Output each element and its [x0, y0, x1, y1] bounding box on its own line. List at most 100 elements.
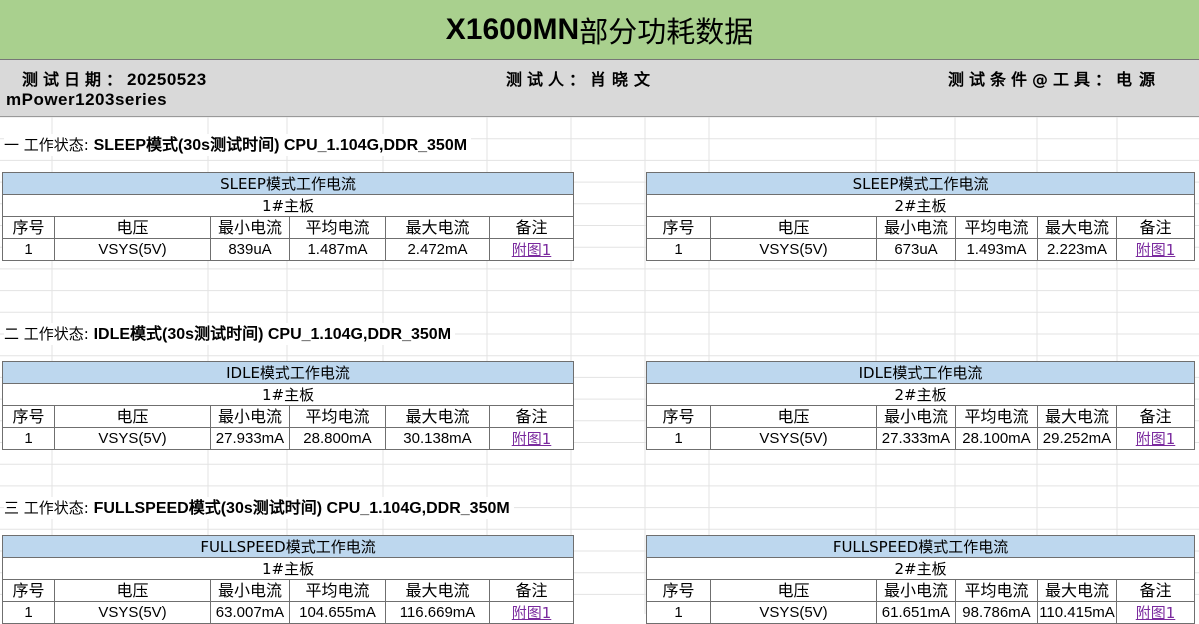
section-title-sleep: 一 工作状态: SLEEP模式(30s测试时间) CPU_1.104G,DDR_… — [4, 134, 472, 156]
column-header: 序号 — [646, 405, 711, 428]
section-title-mode: FULLSPEED模式(30s测试时间) CPU_1.104G,DDR_350M — [93, 500, 510, 517]
current-table-idle-board-1: IDLE模式工作电流 1#主板 序号 电压 最小电流 平均电流 最大电流 备注 1 VSYS(5V… — [1, 361, 575, 450]
board-row: 2#主板 — [645, 557, 1196, 580]
section-title-mode: IDLE模式(30s测试时间) CPU_1.104G,DDR_350M — [93, 326, 452, 343]
section-title-mode: SLEEP模式(30s测试时间) CPU_1.104G,DDR_350M — [93, 137, 468, 154]
column-header: 电压 — [54, 579, 211, 602]
board-row: 1#主板 — [1, 194, 575, 217]
cell-min: 61.651mA — [876, 601, 956, 624]
board-row: 1#主板 — [1, 383, 575, 406]
attachment-link[interactable]: 附图1 — [488, 601, 575, 624]
column-header: 序号 — [2, 579, 55, 602]
section-title-prefix: 一 工作状态: — [4, 136, 94, 154]
table-row: 1 VSYS(5V) 839uA 1.487mA 2.472mA 附图1 — [2, 238, 575, 261]
test-date: 测试日期：20250523 — [22, 66, 207, 90]
page-title: X1600MN 部分功耗数据 — [0, 0, 1199, 60]
column-header: 平均电流 — [955, 579, 1038, 602]
column-header: 最大电流 — [1037, 405, 1117, 428]
cell-max: 2.223mA — [1037, 238, 1117, 261]
section-title-prefix: 三 工作状态: — [4, 499, 94, 517]
cell-no: 1 — [2, 238, 55, 261]
column-header: 序号 — [2, 405, 55, 428]
mode-header-row: SLEEP模式工作电流 — [645, 172, 1196, 195]
cell-avg: 98.786mA — [955, 601, 1038, 624]
cell-voltage: VSYS(5V) — [54, 238, 211, 261]
column-header: 备注 — [1115, 216, 1196, 239]
mode-header-row: SLEEP模式工作电流 — [1, 172, 575, 195]
test-condition-value: 电源 — [1116, 70, 1163, 89]
attachment-link[interactable]: 附图1 — [1115, 238, 1196, 261]
column-header: 序号 — [2, 216, 55, 239]
column-header-row: 序号 电压 最小电流 平均电流 最大电流 备注 — [2, 216, 575, 239]
column-header: 最小电流 — [876, 405, 956, 428]
tester-value: 肖晓文 — [590, 70, 657, 89]
section-title-idle: 二 工作状态: IDLE模式(30s测试时间) CPU_1.104G,DDR_3… — [4, 323, 456, 345]
board-row: 2#主板 — [645, 383, 1196, 406]
mode-header: SLEEP模式工作电流 — [645, 172, 1196, 195]
cell-no: 1 — [646, 601, 711, 624]
table-row: 1 VSYS(5V) 63.007mA 104.655mA 116.669mA 附图1 — [2, 601, 575, 624]
mode-header: FULLSPEED模式工作电流 — [1, 535, 575, 558]
cell-avg: 28.100mA — [955, 427, 1038, 450]
cell-max: 116.669mA — [385, 601, 490, 624]
cell-min: 63.007mA — [210, 601, 290, 624]
cell-avg: 1.493mA — [955, 238, 1038, 261]
current-table-idle-board-2: IDLE模式工作电流 2#主板 序号 电压 最小电流 平均电流 最大电流 备注 1 VSYS(5V… — [645, 361, 1196, 450]
test-device: mPower1203series — [6, 90, 167, 110]
column-header: 备注 — [488, 405, 575, 428]
cell-no: 1 — [646, 238, 711, 261]
column-header: 电压 — [710, 216, 877, 239]
mode-header: FULLSPEED模式工作电流 — [645, 535, 1196, 558]
board-label: 2#主板 — [645, 383, 1196, 406]
column-header: 最小电流 — [210, 216, 290, 239]
title-model: X1600MN — [445, 12, 580, 46]
column-header: 最大电流 — [385, 216, 490, 239]
board-label: 2#主板 — [645, 194, 1196, 217]
cell-max: 2.472mA — [385, 238, 490, 261]
column-header: 电压 — [710, 405, 877, 428]
column-header: 最大电流 — [1037, 216, 1117, 239]
tester: 测试人：肖晓文 — [506, 66, 656, 90]
current-table-sleep-board-1: SLEEP模式工作电流 1#主板 序号 电压 最小电流 平均电流 最大电流 备注 1 VSYS(5… — [1, 172, 575, 261]
attachment-link[interactable]: 附图1 — [488, 427, 575, 450]
current-table-fullspeed-board-2: FULLSPEED模式工作电流 2#主板 序号 电压 最小电流 平均电流 最大电流 备注 1 VS… — [645, 535, 1196, 624]
column-header: 最大电流 — [385, 405, 490, 428]
cell-voltage: VSYS(5V) — [710, 427, 877, 450]
mode-header-row: IDLE模式工作电流 — [645, 361, 1196, 384]
board-label: 1#主板 — [1, 557, 575, 580]
column-header: 最小电流 — [210, 579, 290, 602]
column-header: 最小电流 — [876, 216, 956, 239]
mode-header-row: IDLE模式工作电流 — [1, 361, 575, 384]
cell-max: 110.415mA — [1037, 601, 1117, 624]
attachment-link[interactable]: 附图1 — [1115, 601, 1196, 624]
test-condition-label: 测试条件@工具： — [948, 70, 1117, 89]
column-header-row: 序号 电压 最小电流 平均电流 最大电流 备注 — [646, 216, 1196, 239]
attachment-link[interactable]: 附图1 — [488, 238, 575, 261]
board-row: 1#主板 — [1, 557, 575, 580]
cell-avg: 1.487mA — [289, 238, 386, 261]
test-date-label: 测试日期： — [22, 70, 128, 89]
table-row: 1 VSYS(5V) 673uA 1.493mA 2.223mA 附图1 — [646, 238, 1196, 261]
cell-no: 1 — [2, 427, 55, 450]
board-label: 1#主板 — [1, 194, 575, 217]
cell-max: 29.252mA — [1037, 427, 1117, 450]
column-header: 平均电流 — [955, 405, 1038, 428]
column-header: 最小电流 — [210, 405, 290, 428]
cell-min: 27.333mA — [876, 427, 956, 450]
column-header-row: 序号 电压 最小电流 平均电流 最大电流 备注 — [646, 579, 1196, 602]
column-header: 平均电流 — [289, 579, 386, 602]
cell-avg: 104.655mA — [289, 601, 386, 624]
cell-no: 1 — [2, 601, 55, 624]
test-device-value: mPower1203series — [6, 90, 168, 109]
info-bar: 测试日期：20250523 测试人：肖晓文 测试条件@工具：电源 mPower1… — [0, 60, 1199, 117]
attachment-link[interactable]: 附图1 — [1115, 427, 1196, 450]
column-header: 最大电流 — [385, 579, 490, 602]
cell-no: 1 — [646, 427, 711, 450]
column-header: 序号 — [646, 579, 711, 602]
column-header: 备注 — [488, 579, 575, 602]
current-table-sleep-board-2: SLEEP模式工作电流 2#主板 序号 电压 最小电流 平均电流 最大电流 备注 1 VSYS(5… — [645, 172, 1196, 261]
cell-max: 30.138mA — [385, 427, 490, 450]
column-header: 平均电流 — [955, 216, 1038, 239]
cell-voltage: VSYS(5V) — [54, 601, 211, 624]
cell-min: 839uA — [210, 238, 290, 261]
